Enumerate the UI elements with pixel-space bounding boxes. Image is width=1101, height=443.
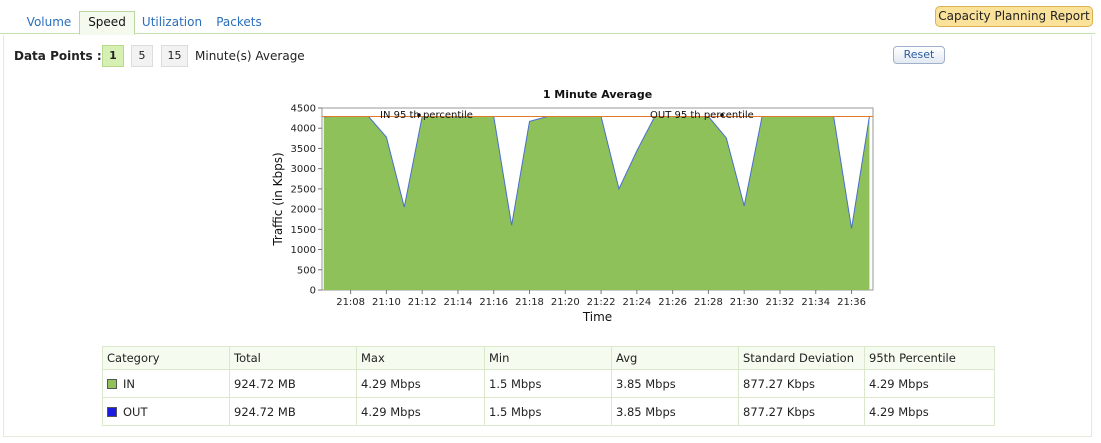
y-tick-label: 2500 <box>291 184 316 195</box>
x-tick-label: 21:10 <box>372 297 401 308</box>
tab-bar: Volume Speed Utilization Packets Capacit… <box>0 0 1095 35</box>
y-tick-label: 4000 <box>291 124 316 135</box>
x-tick-label: 21:12 <box>408 297 437 308</box>
y-tick-label: 4500 <box>291 104 316 115</box>
col-header-min: Min <box>484 346 612 370</box>
x-tick-label: 21:14 <box>444 297 473 308</box>
max-cell: 4.29 Mbps <box>356 397 485 426</box>
y-tick-label: 1500 <box>291 225 316 236</box>
x-axis-label: Time <box>582 310 612 324</box>
data-points-label: Data Points : <box>14 49 102 63</box>
x-tick-label: 21:34 <box>801 297 830 308</box>
x-tick-label: 21:32 <box>766 297 795 308</box>
data-points-5-button[interactable]: 5 <box>131 45 153 67</box>
avg-cell: 3.85 Mbps <box>611 369 739 398</box>
stats-table: Category Total Max Min Avg Standard Devi… <box>102 346 995 426</box>
max-cell: 4.29 Mbps <box>356 369 485 398</box>
reset-button[interactable]: Reset <box>893 46 945 64</box>
category-cell: IN <box>102 369 230 398</box>
percentile-cell: 4.29 Mbps <box>864 369 995 398</box>
col-header-max: Max <box>356 346 485 370</box>
col-header-total: Total <box>229 346 357 370</box>
std-dev-cell: 877.27 Kbps <box>738 369 865 398</box>
out-color-swatch <box>107 406 117 417</box>
y-tick-label: 3000 <box>291 164 316 175</box>
y-tick-label: 500 <box>297 265 316 276</box>
capacity-planning-report-button[interactable]: Capacity Planning Report <box>935 6 1093 27</box>
category-label: IN <box>123 376 135 391</box>
tab-utilization[interactable]: Utilization <box>138 12 206 34</box>
total-cell: 924.72 MB <box>229 369 357 398</box>
col-header-avg: Avg <box>611 346 739 370</box>
std-dev-cell: 877.27 Kbps <box>738 397 865 426</box>
category-label: OUT <box>123 404 148 419</box>
tab-speed[interactable]: Speed <box>79 11 135 35</box>
out-percentile-marker <box>720 113 724 117</box>
in-color-swatch <box>107 378 117 389</box>
table-header-row: Category Total Max Min Avg Standard Devi… <box>102 346 995 370</box>
x-tick-label: 21:08 <box>336 297 365 308</box>
y-tick-label: 2000 <box>291 205 316 216</box>
col-header-category: Category <box>102 346 230 370</box>
x-tick-label: 21:24 <box>622 297 651 308</box>
table-row: IN 924.72 MB 4.29 Mbps 1.5 Mbps 3.85 Mbp… <box>102 369 995 398</box>
in-percentile-marker <box>417 113 421 117</box>
col-header-std-dev: Standard Deviation <box>738 346 865 370</box>
x-tick-label: 21:20 <box>551 297 580 308</box>
x-tick-label: 21:16 <box>479 297 508 308</box>
y-tick-label: 3500 <box>291 144 316 155</box>
y-tick-label: 0 <box>310 286 316 297</box>
x-tick-label: 21:18 <box>515 297 544 308</box>
category-cell: OUT <box>102 397 230 426</box>
col-header-95th-percentile: 95th Percentile <box>864 346 995 370</box>
y-tick-label: 1000 <box>291 245 316 256</box>
data-points-15-button[interactable]: 15 <box>161 45 188 67</box>
avg-cell: 3.85 Mbps <box>611 397 739 426</box>
speed-chart: 1 Minute Average IN 95 th percentile OUT 9… <box>271 88 874 324</box>
x-tick-label: 21:28 <box>694 297 723 308</box>
chart-title: 1 Minute Average <box>543 88 652 101</box>
min-cell: 1.5 Mbps <box>484 397 612 426</box>
data-points-1-button[interactable]: 1 <box>102 45 124 67</box>
x-tick-label: 21:30 <box>730 297 759 308</box>
tab-packets[interactable]: Packets <box>210 12 268 34</box>
x-tick-label: 21:36 <box>837 297 866 308</box>
percentile-cell: 4.29 Mbps <box>864 397 995 426</box>
in-percentile-label: IN 95 th percentile <box>380 110 473 121</box>
min-cell: 1.5 Mbps <box>484 369 612 398</box>
data-points-suffix: Minute(s) Average <box>195 49 305 63</box>
y-axis-label: Traffic (in Kbps) <box>271 152 285 246</box>
total-cell: 924.72 MB <box>229 397 357 426</box>
x-tick-label: 21:26 <box>658 297 687 308</box>
table-row: OUT 924.72 MB 4.29 Mbps 1.5 Mbps 3.85 Mb… <box>102 397 995 426</box>
out-percentile-label: OUT 95 th percentile <box>650 110 754 121</box>
x-tick-label: 21:22 <box>587 297 616 308</box>
tab-volume[interactable]: Volume <box>20 12 78 34</box>
